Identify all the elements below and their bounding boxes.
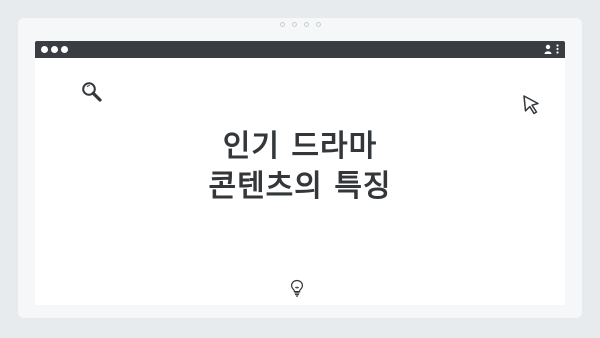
pagination-dots bbox=[18, 22, 582, 27]
search-icon bbox=[82, 82, 102, 102]
page-title-line-1: 인기 드라마 bbox=[222, 129, 378, 164]
window-titlebar bbox=[35, 41, 565, 58]
browser-window: 인기 드라마 콘텐츠의 특징 bbox=[35, 41, 565, 305]
kebab-menu-icon[interactable] bbox=[556, 44, 559, 54]
lightbulb-icon bbox=[290, 279, 304, 297]
page-title-line-2: 콘텐츠의 특징 bbox=[208, 169, 392, 204]
cursor-icon bbox=[523, 95, 539, 115]
dot-icon bbox=[291, 22, 297, 27]
titlebar-actions bbox=[544, 44, 559, 54]
page-content: 인기 드라마 콘텐츠의 특징 bbox=[35, 58, 565, 305]
dot-icon bbox=[303, 22, 309, 27]
window-controls bbox=[41, 46, 68, 53]
dot-icon bbox=[279, 22, 285, 27]
user-icon[interactable] bbox=[544, 44, 552, 54]
close-button[interactable] bbox=[41, 46, 48, 53]
dot-icon bbox=[315, 22, 321, 27]
page-title: 인기 드라마 콘텐츠의 특징 bbox=[35, 127, 565, 207]
outer-frame: 인기 드라마 콘텐츠의 특징 bbox=[18, 18, 582, 318]
minimize-button[interactable] bbox=[51, 46, 58, 53]
maximize-button[interactable] bbox=[61, 46, 68, 53]
